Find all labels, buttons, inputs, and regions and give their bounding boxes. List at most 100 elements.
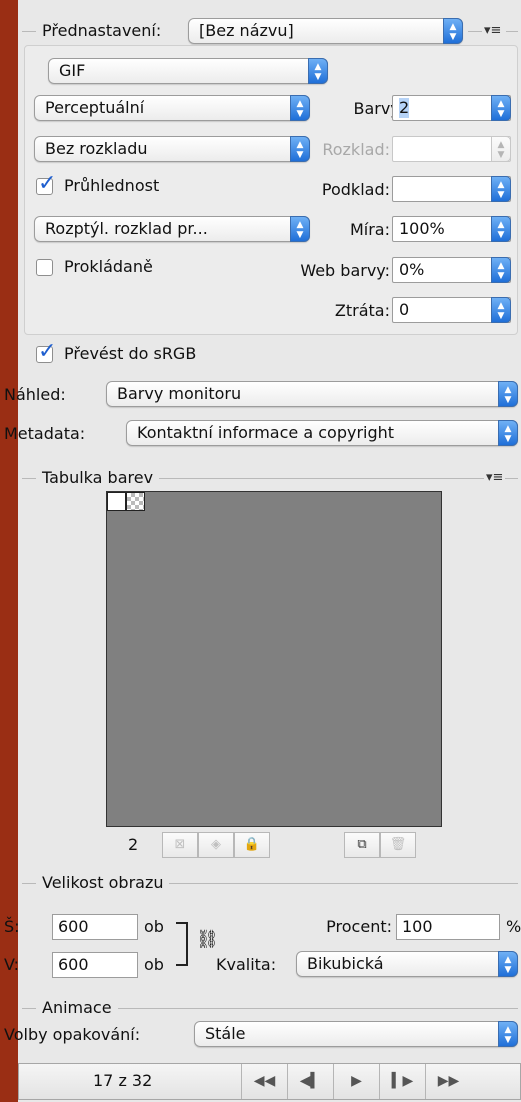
image-size-title: Velikost obrazu	[36, 873, 170, 893]
last-frame-icon: ▶▶	[437, 1073, 460, 1089]
web-snap-combo[interactable]: 0% ▲ ▼	[392, 257, 511, 283]
next-frame-icon: ▍▶	[391, 1073, 414, 1089]
colors-label: Barvy:	[353, 99, 404, 118]
height-value: 600	[58, 955, 89, 974]
play-icon: ▶	[351, 1073, 362, 1089]
checkmark-icon: ✓	[38, 171, 57, 196]
previous-frame-button[interactable]: ◀▍	[287, 1064, 333, 1099]
quality-select[interactable]: Bikubická ▲ ▼	[296, 951, 518, 977]
reduction-value: Perceptuální	[45, 98, 145, 117]
updown-arrows-icon: ▲ ▼	[491, 136, 511, 162]
lossy-combo[interactable]: 0 ▲ ▼	[392, 297, 511, 323]
metadata-label: Metadata:	[4, 424, 86, 443]
delete-color-button[interactable]: 🗑	[380, 832, 416, 858]
width-input[interactable]: 600	[52, 914, 138, 940]
quality-value: Bikubická	[307, 954, 384, 973]
animation-controls: 17 z 32 ◀◀ ◀▍ ▶ ▍▶ ▶▶	[18, 1063, 521, 1100]
height-label: V:	[4, 955, 20, 974]
loop-select[interactable]: Stále ▲ ▼	[194, 1021, 518, 1047]
web-shift-button[interactable]: ⊠	[162, 832, 198, 858]
optimize-panel: Přednastavení: [Bez názvu] ▲ ▼ ▾≡ GIF ▲ ▼ …	[4, 0, 521, 1102]
preset-divider-end	[506, 31, 518, 32]
percent-input[interactable]: 100	[396, 914, 500, 940]
amount-combo[interactable]: 100% ▲ ▼	[392, 216, 511, 242]
first-frame-button[interactable]: ◀◀	[241, 1064, 287, 1099]
next-frame-button[interactable]: ▍▶	[379, 1064, 425, 1099]
amount-label: Míra:	[349, 220, 390, 239]
percent-unit: %	[506, 917, 521, 936]
updown-arrows-icon: ▲ ▼	[491, 257, 511, 283]
new-color-button[interactable]: ⧉	[344, 832, 380, 858]
convert-srgb-label: Převést do sRGB	[64, 344, 197, 363]
constrain-bracket	[176, 922, 188, 966]
dither-algorithm-value: Bez rozkladu	[45, 139, 148, 158]
updown-arrows-icon: ▲ ▼	[443, 18, 463, 44]
color-swatch-transparent[interactable]	[126, 492, 145, 511]
percent-value: 100	[402, 917, 433, 936]
transparency-checkbox[interactable]: ✓	[36, 173, 56, 195]
transparency-label: Průhlednost	[64, 176, 160, 195]
interlaced-label: Prokládaně	[64, 257, 153, 276]
width-label: Š:	[4, 917, 20, 936]
frame-counter: 17 z 32	[93, 1071, 153, 1090]
preview-label: Náhled:	[4, 385, 66, 404]
updown-arrows-icon: ▲ ▼	[498, 951, 518, 977]
updown-arrows-icon: ▲ ▼	[498, 381, 518, 407]
dither-combo: ▲ ▼	[392, 136, 511, 162]
web-snap-label: Web barvy:	[300, 261, 390, 280]
previous-frame-icon: ◀▍	[299, 1073, 322, 1089]
lossy-value: 0	[399, 300, 410, 319]
percent-label: Procent:	[326, 917, 392, 936]
format-select[interactable]: GIF ▲ ▼	[48, 58, 328, 84]
transparency-dither-select[interactable]: Rozptýl. rozklad pr... ▲ ▼	[34, 216, 310, 242]
preset-select[interactable]: [Bez názvu] ▲ ▼	[188, 18, 463, 44]
height-unit: ob	[144, 955, 164, 974]
preview-value: Barvy monitoru	[117, 384, 242, 403]
trash-icon: 🗑	[389, 837, 407, 852]
play-button[interactable]: ▶	[333, 1064, 379, 1099]
updown-arrows-icon: ▲ ▼	[308, 58, 328, 84]
updown-arrows-icon: ▲ ▼	[491, 176, 511, 202]
matte-label: Podklad:	[321, 180, 390, 199]
updown-arrows-icon: ▲ ▼	[290, 95, 310, 121]
loop-value: Stále	[205, 1024, 246, 1043]
color-count: 2	[128, 835, 139, 854]
reduction-select[interactable]: Perceptuální ▲ ▼	[34, 95, 310, 121]
loop-label: Volby opakování:	[4, 1025, 141, 1044]
checkmark-icon: ✓	[38, 339, 57, 364]
color-table-grid[interactable]	[106, 491, 442, 827]
preset-divider-right	[468, 31, 482, 32]
interlaced-checkbox[interactable]	[36, 259, 53, 276]
transparency-dither-value: Rozptýl. rozklad pr...	[45, 219, 208, 238]
updown-arrows-icon: ▲ ▼	[498, 420, 518, 446]
flyout-menu-icon[interactable]: ▾≡	[484, 24, 501, 38]
last-frame-button[interactable]: ▶▶	[425, 1064, 471, 1099]
preset-divider-left	[22, 31, 36, 32]
colors-value: 2	[399, 98, 410, 118]
height-input[interactable]: 600	[52, 952, 138, 978]
convert-srgb-checkbox[interactable]: ✓	[36, 341, 56, 363]
metadata-value: Kontaktní informace a copyright	[137, 423, 395, 442]
color-table-title: Tabulka barev	[36, 468, 160, 488]
matte-combo[interactable]: ▲ ▼	[392, 176, 511, 202]
width-value: 600	[58, 917, 89, 936]
new-color-icon: ⧉	[357, 837, 367, 852]
metadata-select[interactable]: Kontaktní informace a copyright ▲ ▼	[126, 420, 518, 446]
lock-icon: 🔒	[243, 837, 261, 852]
web-safe-button[interactable]: ◈	[198, 832, 234, 858]
colors-combo[interactable]: 2 ▲ ▼	[392, 95, 511, 121]
color-swatch-white[interactable]	[107, 492, 126, 511]
updown-arrows-icon: ▲ ▼	[491, 95, 511, 121]
dither-algorithm-select[interactable]: Bez rozkladu ▲ ▼	[34, 136, 310, 162]
updown-arrows-icon: ▲ ▼	[498, 1021, 518, 1047]
lock-color-button[interactable]: 🔒	[234, 832, 270, 858]
amount-value: 100%	[399, 219, 445, 238]
animation-title: Animace	[36, 998, 118, 1018]
color-table-flyout-menu-icon[interactable]: ▾≡	[484, 471, 506, 485]
format-value: GIF	[59, 61, 86, 80]
first-frame-icon: ◀◀	[253, 1073, 276, 1089]
preview-select[interactable]: Barvy monitoru ▲ ▼	[106, 381, 518, 407]
chain-link-icon[interactable]: ⛓	[196, 930, 219, 950]
quality-label: Kvalita:	[216, 955, 277, 974]
preset-value: [Bez názvu]	[199, 21, 294, 40]
